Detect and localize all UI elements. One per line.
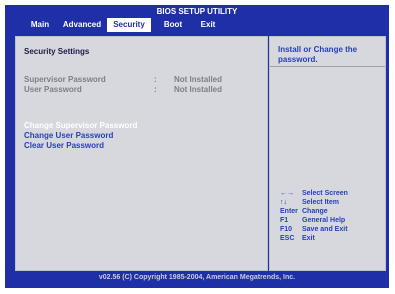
- key-name: F1: [280, 217, 289, 224]
- security-settings-panel: Security Settings Supervisor Password : …: [15, 36, 268, 271]
- key-description: Select Screen: [302, 190, 348, 197]
- change-user-password-item[interactable]: Change User Password: [24, 131, 113, 140]
- copyright-footer: v02.56 (C) Copyright 1985-2004, American…: [98, 274, 296, 281]
- key-row: F10 Save and Exit: [280, 225, 380, 234]
- clear-user-password-item[interactable]: Clear User Password: [24, 141, 104, 150]
- supervisor-password-label: Supervisor Password: [24, 75, 106, 84]
- row-separator: :: [154, 75, 157, 84]
- user-password-status: Not Installed: [174, 85, 223, 94]
- key-row: ↑↓ Select Item: [280, 198, 380, 207]
- menu-bar: Main Advanced Security Boot Exit: [5, 18, 389, 32]
- row-separator: :: [154, 85, 157, 94]
- key-name: ESC: [280, 235, 295, 242]
- key-name: F10: [280, 226, 293, 233]
- supervisor-password-status: Not Installed: [174, 75, 223, 84]
- key-row: ←→ Select Screen: [280, 189, 380, 198]
- key-row: F1 General Help: [280, 216, 380, 225]
- help-text: Install or Change the password.: [278, 45, 358, 64]
- key-row: ESC Exit: [280, 234, 380, 243]
- key-description: General Help: [302, 217, 346, 224]
- key-description: Exit: [302, 235, 315, 242]
- help-divider: [270, 66, 385, 67]
- tab-exit[interactable]: Exit: [197, 18, 219, 32]
- key-description: Change: [302, 208, 328, 215]
- section-title: Security Settings: [24, 47, 90, 56]
- key-name: Enter: [280, 208, 298, 215]
- key-description: Select Item: [302, 199, 339, 206]
- tab-advanced[interactable]: Advanced: [61, 18, 103, 32]
- user-password-label: User Password: [24, 85, 82, 94]
- key-row: Enter Change: [280, 207, 380, 216]
- bios-title: BIOS SETUP UTILITY: [5, 5, 389, 18]
- supervisor-password-row: Supervisor Password : Not Installed: [24, 75, 222, 84]
- left-right-arrows-icon: ←→: [280, 190, 294, 197]
- help-panel: Install or Change the password. ←→ Selec…: [269, 36, 386, 271]
- tab-boot[interactable]: Boot: [161, 18, 185, 32]
- user-password-row: User Password : Not Installed: [24, 85, 222, 94]
- bios-window: BIOS SETUP UTILITY Main Advanced Securit…: [5, 5, 389, 288]
- tab-security[interactable]: Security: [107, 18, 151, 32]
- up-down-arrows-icon: ↑↓: [280, 199, 287, 206]
- key-description: Save and Exit: [302, 226, 348, 233]
- tab-main[interactable]: Main: [25, 18, 55, 32]
- key-legend: ←→ Select Screen ↑↓ Select Item Enter Ch…: [280, 189, 380, 243]
- change-supervisor-password-item[interactable]: Change Supervisor Password: [24, 121, 137, 130]
